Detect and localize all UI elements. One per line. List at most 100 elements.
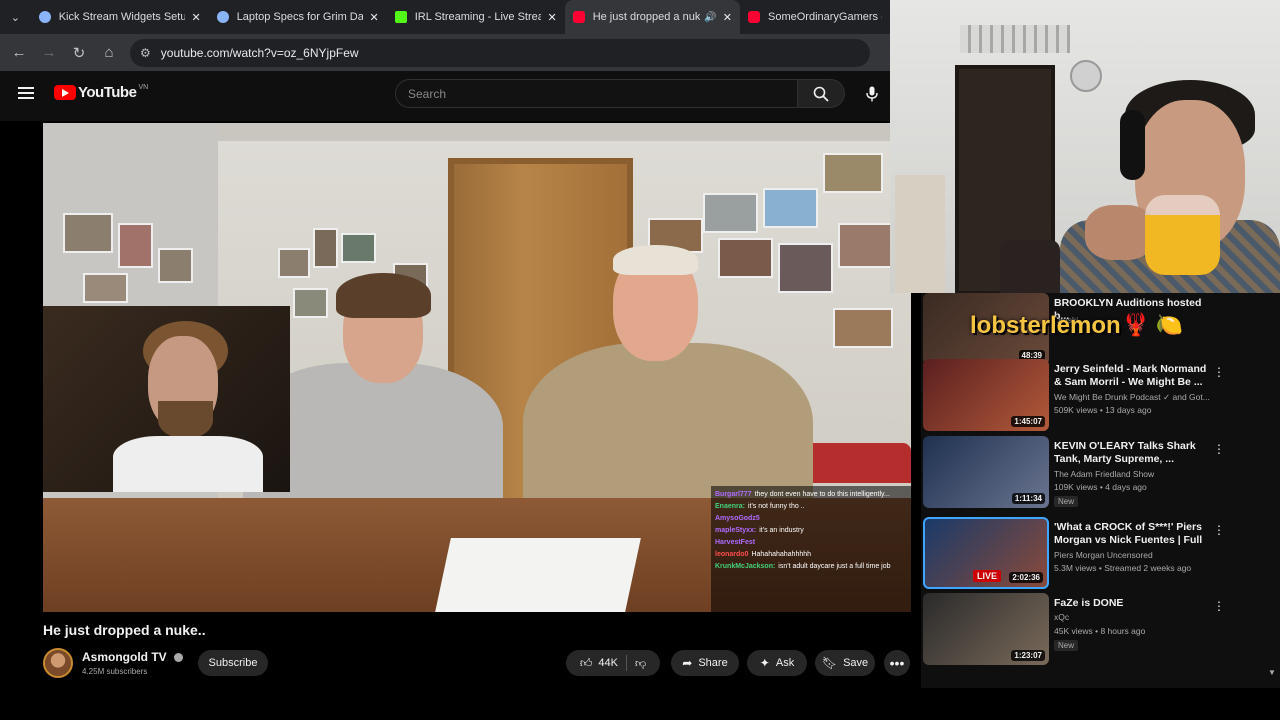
streamer-webcam	[43, 306, 290, 492]
logo-text: YouTube	[78, 84, 137, 101]
recommended-video[interactable]: LIVE 2:02:36 'What a CROCK of S***!' Pie…	[921, 517, 1280, 593]
recommendations-list: 48:39 BROOKLYN Auditions hosted b... Dru…	[921, 293, 1280, 688]
channel-name: We Might Be Drunk Podcast ✓ and Got...	[1054, 392, 1210, 402]
site-info-icon[interactable]: ⚙	[140, 46, 151, 60]
channel-name-row[interactable]: Asmongold TV	[82, 650, 183, 664]
browser-tab-active[interactable]: He just dropped a nuk 🔊 ✕	[564, 0, 740, 34]
like-dislike-group: 👍︎ 44K 👎︎	[566, 650, 660, 676]
reload-icon[interactable]: ↻	[64, 44, 94, 62]
more-vertical-icon[interactable]: ⋮	[1213, 365, 1225, 379]
ask-button[interactable]: ✦ Ask	[747, 650, 807, 676]
tab-title: He just dropped a nuk	[592, 11, 701, 23]
video-thumbnail[interactable]: 1:11:34	[923, 436, 1049, 508]
more-vertical-icon[interactable]: ⋮	[1213, 523, 1225, 537]
video-thumbnail[interactable]: LIVE 2:02:36	[923, 517, 1049, 589]
thumbs-up-icon: 👍︎	[579, 655, 593, 670]
subscribe-button[interactable]: Subscribe	[198, 650, 268, 676]
speaker-icon[interactable]: 🔊	[704, 12, 716, 23]
viewer-name-overlay: lobsterlemon	[970, 312, 1121, 339]
chat-message: Enaenra: it's not funny tho ..	[715, 503, 805, 510]
chat-message: Burgarl777 they dont even have to do this…	[715, 491, 890, 498]
tab-title: Kick Stream Widgets Setup	[58, 11, 186, 23]
chat-message: mapleStyxx: it's an industry	[715, 527, 804, 534]
video-title: FaZe is DONE	[1054, 597, 1124, 609]
chat-message: HarvestFest	[715, 539, 756, 546]
browser-tab[interactable]: SomeOrdinaryGamers - Yo	[740, 0, 890, 34]
video-title: He just dropped a nuke..	[43, 622, 206, 638]
browser-tab-bar: ⌄ Kick Stream Widgets Setup ✕ Laptop Spe…	[0, 0, 890, 34]
new-badge: New	[1054, 640, 1079, 651]
chat-message: AmysoGodz5	[715, 515, 760, 522]
video-title: Jerry Seinfeld - Mark Normand & Sam Morr…	[1054, 363, 1207, 388]
share-icon: ➦	[682, 656, 693, 670]
recommended-video[interactable]: 1:11:34 KEVIN O'LEARY Talks Shark Tank, …	[921, 436, 1280, 512]
scroll-down-arrow-icon[interactable]: ▼	[1268, 668, 1276, 677]
tab-title: IRL Streaming - Live Strean	[414, 11, 542, 23]
video-meta: 109K views • 4 days ago	[1054, 482, 1147, 492]
chevron-down-icon: ⌄	[10, 11, 20, 24]
address-bar[interactable]: ⚙ youtube.com/watch?v=oz_6NYjpFew	[130, 38, 870, 67]
tab-search-menu[interactable]: ⌄	[0, 0, 31, 34]
browser-tab[interactable]: Kick Stream Widgets Setup ✕	[31, 0, 209, 34]
video-meta: 509K views • 13 days ago	[1054, 405, 1152, 415]
new-badge: New	[1054, 496, 1079, 507]
country-code: VN	[138, 84, 149, 91]
more-actions-button[interactable]: •••	[884, 650, 910, 676]
video-meta: 5.3M views • Streamed 2 weeks ago	[1054, 563, 1192, 573]
dislike-button[interactable]: 👎︎	[635, 657, 646, 670]
close-icon[interactable]: ✕	[191, 11, 200, 24]
more-vertical-icon[interactable]: ⋮	[1213, 442, 1225, 456]
more-vertical-icon[interactable]: ⋮	[1213, 599, 1225, 613]
ask-label: Ask	[775, 657, 795, 669]
share-button[interactable]: ➦ Share	[671, 650, 739, 676]
browser-toolbar: ← → ↻ ⌂ ⚙ youtube.com/watch?v=oz_6NYjpFe…	[0, 34, 890, 71]
youtube-favicon-icon	[572, 11, 585, 23]
microphone-button[interactable]	[860, 83, 884, 105]
save-label: Save	[843, 657, 869, 669]
tab-favicon-icon	[216, 11, 229, 23]
browser-tab[interactable]: Laptop Specs for Grim Dav ✕	[209, 0, 387, 34]
more-horizontal-icon: •••	[889, 655, 905, 671]
tab-title: Laptop Specs for Grim Dav	[236, 11, 364, 23]
forward-arrow-icon[interactable]: →	[34, 44, 64, 61]
like-button[interactable]: 👍︎ 44K	[580, 656, 618, 671]
tab-title: SomeOrdinaryGamers - Yo	[768, 11, 882, 23]
video-meta: 45K views • 8 hours ago	[1054, 626, 1146, 636]
menu-icon[interactable]	[18, 87, 34, 100]
back-arrow-icon[interactable]: ←	[4, 44, 34, 61]
url-text: youtube.com/watch?v=oz_6NYjpFew	[160, 45, 359, 60]
search-icon	[813, 86, 829, 102]
youtube-play-icon	[54, 85, 76, 100]
streamer-camera-feed	[890, 0, 1280, 293]
close-icon[interactable]: ✕	[723, 11, 732, 24]
verified-icon	[173, 652, 183, 662]
overlay-emoji: 🦞 🍋	[1122, 312, 1183, 337]
live-badge: LIVE	[973, 570, 1002, 582]
video-duration: 2:02:36	[1009, 572, 1043, 583]
sparkle-icon: ✦	[759, 656, 770, 670]
kick-favicon-icon	[394, 11, 407, 23]
video-player[interactable]: Burgarl777 they dont even have to do this…	[43, 123, 911, 612]
like-count: 44K	[598, 657, 618, 669]
microphone-icon	[866, 86, 878, 102]
close-icon[interactable]: ✕	[547, 11, 556, 24]
recommended-video[interactable]: 1:45:07 Jerry Seinfeld - Mark Normand & …	[921, 359, 1280, 435]
home-icon[interactable]: ⌂	[94, 44, 124, 61]
browser-tab[interactable]: IRL Streaming - Live Strean ✕	[387, 0, 565, 34]
video-thumbnail[interactable]: 1:45:07	[923, 359, 1049, 431]
close-icon[interactable]: ✕	[369, 11, 378, 24]
channel-name: Piers Morgan Uncensored	[1054, 550, 1153, 560]
save-button[interactable]: 🔖︎ Save	[815, 650, 875, 676]
chat-message: KrunkMcJackson: isn't adult daycare just …	[715, 563, 891, 570]
channel-avatar[interactable]	[43, 648, 73, 678]
recommended-video[interactable]: 1:23:07 FaZe is DONE xQc 45K views • 8 h…	[921, 593, 1280, 669]
channel-name: Asmongold TV	[82, 650, 167, 664]
channel-name: xQc	[1054, 612, 1070, 622]
video-duration: 1:11:34	[1011, 493, 1045, 504]
video-title: KEVIN O'LEARY Talks Shark Tank, Marty Su…	[1054, 440, 1196, 465]
video-thumbnail[interactable]: 1:23:07	[923, 593, 1049, 665]
tab-favicon-icon	[38, 11, 51, 23]
search-input[interactable]: Search	[395, 79, 798, 108]
youtube-logo[interactable]: YouTube VN	[54, 84, 148, 101]
search-button[interactable]	[798, 79, 845, 108]
